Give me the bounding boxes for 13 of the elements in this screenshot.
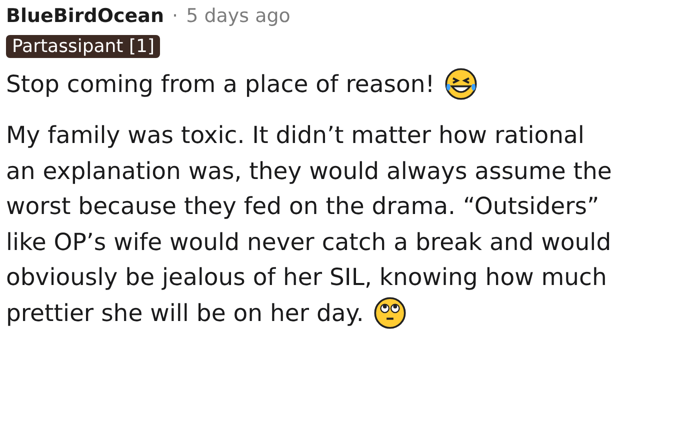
comment-text-line: prettier she will be on her day. — [6, 298, 364, 328]
separator-dot: · — [172, 4, 178, 29]
timestamp: 5 days ago — [186, 4, 290, 29]
eye-roll-emoji-icon — [374, 297, 406, 330]
comment-text-line: My family was toxic. It didn’t matter how rational — [6, 120, 584, 151]
comment-text-line: worst because they fed on the drama. “Outsiders” — [6, 191, 600, 222]
laughing-emoji-icon — [444, 68, 477, 100]
comment-text-line: Stop coming from a place of reason! — [6, 68, 435, 100]
comment-text-line: an explanation was, they would always assume the — [6, 156, 612, 186]
comment-text-line: obviously be jealous of her SIL, knowing how much — [6, 262, 607, 293]
username[interactable]: BlueBirdOcean — [6, 2, 164, 30]
comment-text-line: like OP’s wife would never catch a break and would — [6, 226, 612, 258]
user-flair: Partassipant [1] — [6, 34, 160, 58]
